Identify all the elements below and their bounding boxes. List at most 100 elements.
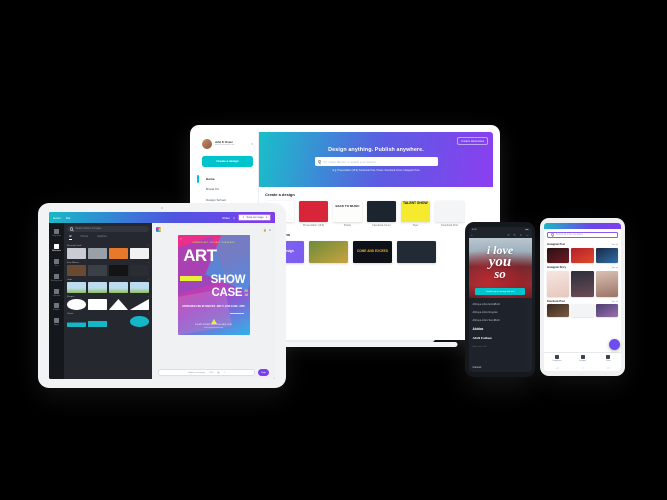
element-tile[interactable]	[87, 265, 108, 276]
templates-search-input[interactable]: Search all of the templates	[547, 231, 618, 238]
toolbar-file-button[interactable]: File	[66, 216, 71, 220]
element-tile[interactable]	[67, 282, 87, 293]
toolbar-home-button[interactable]: Home	[53, 216, 61, 220]
rail-item-templates[interactable]: Templates	[49, 226, 64, 241]
rail-item-apps[interactable]: Apps	[49, 315, 64, 330]
create-design-button[interactable]: Create a design	[202, 156, 253, 167]
download-icon[interactable]: ⇩	[233, 216, 235, 220]
grid-icon[interactable]: ▦	[217, 371, 219, 374]
template-card[interactable]: FREE	[595, 270, 618, 297]
template-card[interactable]	[547, 304, 570, 318]
edit-text-hint[interactable]: Double tap to change the text	[474, 288, 526, 295]
font-option[interactable]: Abyssinica SIL	[473, 343, 528, 350]
font-option[interactable]: Abhaya Libre SemiBold	[473, 316, 528, 324]
rail-item-folders[interactable]: Folders	[49, 300, 64, 315]
template-tile[interactable]: Facebook Post	[435, 201, 464, 227]
tab-all[interactable]: All	[69, 235, 72, 240]
create-fab-button[interactable]	[609, 339, 620, 350]
element-tile[interactable]	[108, 248, 129, 259]
shape-square-icon[interactable]	[87, 299, 108, 310]
help-button[interactable]: Help	[258, 369, 269, 376]
see-all-link[interactable]: See all	[612, 301, 618, 303]
fullscreen-icon[interactable]: ↗	[224, 371, 226, 374]
tab-graphics[interactable]: Graphics	[97, 235, 107, 240]
element-tile[interactable]	[108, 282, 129, 293]
zoom-level[interactable]: 30%	[209, 372, 213, 374]
see-all-link[interactable]: See all	[612, 267, 618, 269]
element-tile[interactable]	[87, 248, 108, 259]
element-tile[interactable]	[129, 282, 149, 293]
rail-item-uploads[interactable]: Uploads	[49, 285, 64, 300]
cancel-button[interactable]: Cancel	[469, 363, 532, 373]
hero-search-field[interactable]: Try "Letter Banner" or search your desig…	[314, 157, 438, 166]
element-tile[interactable]	[67, 265, 87, 276]
template-card[interactable]: FREE	[547, 270, 570, 297]
sidebar-item-home[interactable]: Home	[197, 174, 253, 184]
element-tile[interactable]	[129, 248, 149, 259]
custom-dimensions-button[interactable]: Custom dimensions	[457, 137, 488, 146]
template-card[interactable]: FREE	[571, 270, 594, 297]
panel-search-input[interactable]: Search millions of images	[67, 226, 149, 232]
tab-designs[interactable]: Designs	[570, 355, 596, 362]
more-icon[interactable]: ⋯	[526, 234, 529, 237]
template-tile[interactable]: Presentation (16:9)	[299, 201, 328, 227]
font-option[interactable]: Abhaya Libre ExtraBold	[473, 300, 528, 308]
tab-photos[interactable]: Photos	[81, 235, 88, 240]
save-as-image-button[interactable]: ⇩ Save as image ▾	[238, 213, 271, 222]
template-card[interactable]	[547, 247, 570, 263]
color-palette-icon[interactable]	[156, 227, 161, 232]
element-tile[interactable]	[67, 248, 87, 259]
shape-circle-icon[interactable]	[67, 299, 87, 310]
rail-item-text[interactable]: Text	[49, 256, 64, 271]
team-icon	[606, 355, 611, 359]
lock-icon[interactable]: 🔒	[263, 228, 267, 232]
design-card[interactable]: COME AND EXCEED	[353, 241, 392, 264]
chevron-down-icon[interactable]: ▾	[251, 142, 253, 146]
chevron-right-icon[interactable]: ›	[148, 296, 149, 298]
tab-team[interactable]: Team	[595, 355, 621, 362]
template-card[interactable]	[571, 247, 594, 263]
toolbar-share-button[interactable]: Share	[222, 216, 230, 220]
shape-triangle-icon[interactable]	[108, 299, 129, 310]
font-option[interactable]: Abidos	[473, 325, 528, 334]
chart-line-icon[interactable]	[108, 316, 129, 327]
chevron-right-icon[interactable]: ›	[148, 262, 149, 264]
template-card[interactable]	[595, 304, 618, 318]
design-card[interactable]	[397, 241, 436, 264]
font-option[interactable]: Abhaya Libre Regular	[473, 308, 528, 316]
rail-item-background[interactable]: Background	[49, 270, 64, 285]
chart-bar-icon[interactable]	[67, 316, 87, 327]
element-tile[interactable]	[87, 282, 108, 293]
template-card[interactable]	[595, 247, 618, 263]
element-tile[interactable]	[129, 265, 149, 276]
recents-icon[interactable]: □	[607, 366, 609, 370]
chevron-right-icon[interactable]: ›	[148, 279, 149, 281]
undo-icon[interactable]: ↶	[507, 234, 509, 237]
share-icon[interactable]: ⇧	[520, 234, 522, 237]
redo-icon[interactable]: ↷	[514, 234, 516, 237]
phone-design-preview[interactable]: i love you so Double tap to change the t…	[468, 238, 532, 298]
page-controls[interactable]: 1 Add a new page 30% ▦ ↗	[158, 369, 255, 376]
see-all-link[interactable]: See all	[612, 244, 618, 246]
copy-icon[interactable]: ⧉	[269, 228, 271, 232]
font-option[interactable]: Abril Fatface	[473, 334, 528, 343]
design-card[interactable]	[309, 241, 348, 264]
home-icon[interactable]: ○	[582, 366, 584, 370]
back-icon[interactable]: ◁	[556, 366, 558, 370]
tab-templates[interactable]: Templates	[544, 355, 570, 362]
back-icon[interactable]: ‹	[472, 234, 473, 237]
chevron-right-icon[interactable]: ›	[148, 245, 149, 247]
template-tile[interactable]: TALENT SHOW Flyer	[401, 201, 430, 227]
chart-pie-icon[interactable]	[129, 316, 149, 327]
sidebar-item-brand-kit[interactable]: Brand Kit	[202, 184, 253, 194]
template-tile[interactable]: BACK TO MUSIC Poster	[333, 201, 362, 227]
element-tile[interactable]	[108, 265, 129, 276]
shape-right-triangle-icon[interactable]	[129, 299, 149, 310]
template-tile[interactable]: Facebook Cover	[367, 201, 396, 227]
rail-item-elements[interactable]: Elements	[49, 241, 64, 256]
user-account[interactable]: John D. Doner john@example.com ▾	[202, 139, 253, 149]
chevron-right-icon[interactable]: ›	[148, 313, 149, 315]
poster-design[interactable]: SUMMER ART PROJECT PRESENTS ☞ ART SHOW C…	[177, 235, 250, 335]
chart-column-icon[interactable]	[87, 316, 108, 327]
template-card[interactable]	[571, 304, 594, 318]
